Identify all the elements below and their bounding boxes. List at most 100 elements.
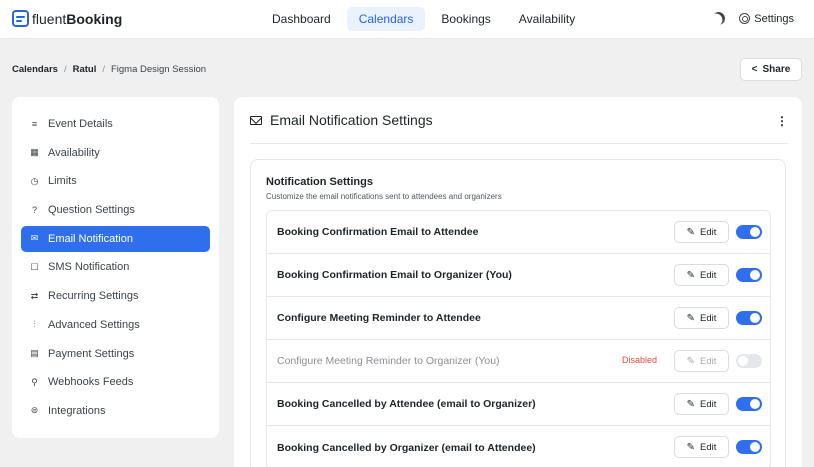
question-icon: ? (31, 205, 37, 216)
pencil-icon: ✎ (686, 269, 695, 281)
notification-list: Booking Confirmation Email to Attendee ✎… (266, 210, 771, 467)
gear-icon (739, 13, 751, 24)
settings-label: Settings (754, 12, 794, 25)
enable-toggle[interactable] (736, 354, 762, 368)
enable-toggle[interactable] (736, 440, 762, 454)
enable-toggle[interactable] (736, 397, 762, 411)
sliders-icon: ⫶ (33, 319, 36, 330)
edit-label: Edit (700, 312, 717, 324)
notification-row: Configure Meeting Reminder to Attendee ✎… (267, 297, 770, 340)
sidebar-item-advanced-settings[interactable]: ⫶ Advanced Settings (21, 312, 210, 338)
notification-row: Booking Cancelled by Attendee (email to … (267, 383, 770, 426)
calendar-icon: ▦ (30, 147, 39, 158)
nav-availability[interactable]: Availability (507, 7, 587, 31)
panel-title-text: Email Notification Settings (270, 112, 433, 128)
sidebar-item-limits[interactable]: ◷ Limits (21, 168, 210, 194)
message-icon: ☐ (30, 261, 39, 272)
pencil-icon: ✎ (686, 398, 695, 410)
more-options-icon[interactable]: ⋮ (776, 114, 788, 128)
sidebar-item-payment-settings[interactable]: ▤ Payment Settings (21, 341, 210, 367)
panel-title: Email Notification Settings (250, 112, 433, 128)
sidebar-item-label: Webhooks Feeds (48, 376, 134, 389)
pencil-icon: ✎ (686, 441, 695, 453)
notification-row: Booking Confirmation Email to Organizer … (267, 254, 770, 297)
enable-toggle[interactable] (736, 268, 762, 282)
pencil-icon: ✎ (686, 312, 695, 324)
sidebar-item-label: SMS Notification (48, 261, 130, 274)
sidebar-item-label: Limits (48, 175, 77, 188)
breadcrumb-event: Figma Design Session (110, 64, 207, 75)
sidebar-item-label: Email Notification (48, 232, 133, 245)
share-label: Share (762, 64, 791, 75)
edit-button[interactable]: ✎ Edit (674, 350, 729, 372)
notification-row: Booking Cancelled by Organizer (email to… (267, 426, 770, 467)
share-icon: < (751, 64, 758, 75)
sidebar-item-recurring-settings[interactable]: ⇄ Recurring Settings (21, 283, 210, 309)
sidebar-item-label: Payment Settings (48, 347, 135, 360)
nav-dashboard[interactable]: Dashboard (260, 7, 343, 31)
edit-button[interactable]: ✎ Edit (674, 221, 729, 243)
sidebar-item-integrations[interactable]: ⊜ Integrations (21, 398, 210, 424)
notification-label: Booking Cancelled by Organizer (email to… (277, 441, 536, 454)
sidebar-item-email-notification[interactable]: ✉ Email Notification (21, 225, 210, 252)
notification-label: Booking Cancelled by Attendee (email to … (277, 398, 536, 410)
sidebar-item-label: Availability (48, 146, 100, 159)
breadcrumb-separator: / (63, 64, 67, 75)
edit-button[interactable]: ✎ Edit (674, 393, 729, 415)
top-bar: fluentBooking Dashboard Calendars Bookin… (0, 0, 814, 39)
sidebar-item-question-settings[interactable]: ? Question Settings (21, 197, 210, 223)
edit-label: Edit (700, 226, 717, 238)
nav-calendars[interactable]: Calendars (346, 7, 426, 31)
notification-label: Configure Meeting Reminder to Organizer … (277, 355, 500, 367)
event-details-icon: ≡ (31, 119, 38, 129)
sidebar-item-label: Advanced Settings (48, 318, 140, 331)
moon-icon[interactable] (710, 10, 728, 28)
card-subtitle: Customize the email notifications sent t… (266, 192, 502, 201)
sidebar-item-label: Event Details (48, 118, 113, 130)
pencil-icon: ✎ (686, 355, 695, 367)
top-right-actions: Settings (712, 12, 794, 25)
edit-button[interactable]: ✎ Edit (674, 307, 729, 329)
breadcrumb-owner[interactable]: Ratul (73, 64, 97, 75)
envelope-icon: ✉ (30, 233, 39, 244)
notification-settings-card: Notification Settings Customize the emai… (250, 159, 786, 467)
envelope-icon (250, 115, 262, 125)
notification-label: Configure Meeting Reminder to Attendee (277, 312, 481, 324)
settings-button[interactable]: Settings (739, 13, 794, 25)
main-panel: Email Notification Settings ⋮ Notificati… (234, 97, 802, 467)
notification-label: Booking Confirmation Email to Attendee (277, 226, 479, 238)
breadcrumb-calendars[interactable]: Calendars (12, 64, 58, 75)
sidebar-item-sms-notification[interactable]: ☐ SMS Notification (21, 254, 210, 280)
clock-icon: ◷ (30, 175, 39, 186)
notification-row: Configure Meeting Reminder to Organizer … (267, 340, 770, 383)
app-logo[interactable]: fluentBooking (12, 10, 122, 27)
sidebar-item-label: Recurring Settings (48, 290, 139, 303)
edit-button[interactable]: ✎ Edit (674, 436, 729, 458)
edit-label: Edit (700, 269, 717, 281)
sidebar-item-label: Question Settings (48, 204, 135, 217)
sidebar-item-event-details[interactable]: ≡ Event Details (21, 111, 210, 137)
enable-toggle[interactable] (736, 225, 762, 239)
enable-toggle[interactable] (736, 311, 762, 325)
main-nav: Dashboard Calendars Bookings Availabilit… (260, 7, 587, 31)
pencil-icon: ✎ (686, 226, 695, 238)
nav-bookings[interactable]: Bookings (429, 7, 502, 31)
edit-button[interactable]: ✎ Edit (674, 264, 729, 286)
panel-header: Email Notification Settings ⋮ (250, 97, 788, 144)
edit-label: Edit (700, 398, 717, 410)
share-button[interactable]: < Share (740, 58, 802, 81)
sidebar-item-availability[interactable]: ▦ Availability (21, 140, 210, 166)
notification-row: Booking Confirmation Email to Attendee ✎… (267, 211, 770, 254)
disabled-badge: Disabled (622, 355, 658, 365)
payment-icon: ▤ (30, 348, 39, 358)
logo-text: fluentBooking (32, 10, 123, 27)
sidebar-item-webhooks-feeds[interactable]: ⚲ Webhooks Feeds (21, 369, 210, 395)
logo-icon (12, 10, 29, 27)
card-title: Notification Settings (266, 176, 373, 188)
repeat-icon: ⇄ (30, 290, 39, 301)
edit-label: Edit (700, 355, 717, 367)
breadcrumb-separator: / (102, 64, 105, 75)
breadcrumb: Calendars / Ratul / Figma Design Session (12, 64, 206, 75)
link-icon: ⚲ (31, 376, 38, 387)
settings-sidebar: ≡ Event Details ▦ Availability ◷ Limits ? Qu… (12, 97, 219, 438)
